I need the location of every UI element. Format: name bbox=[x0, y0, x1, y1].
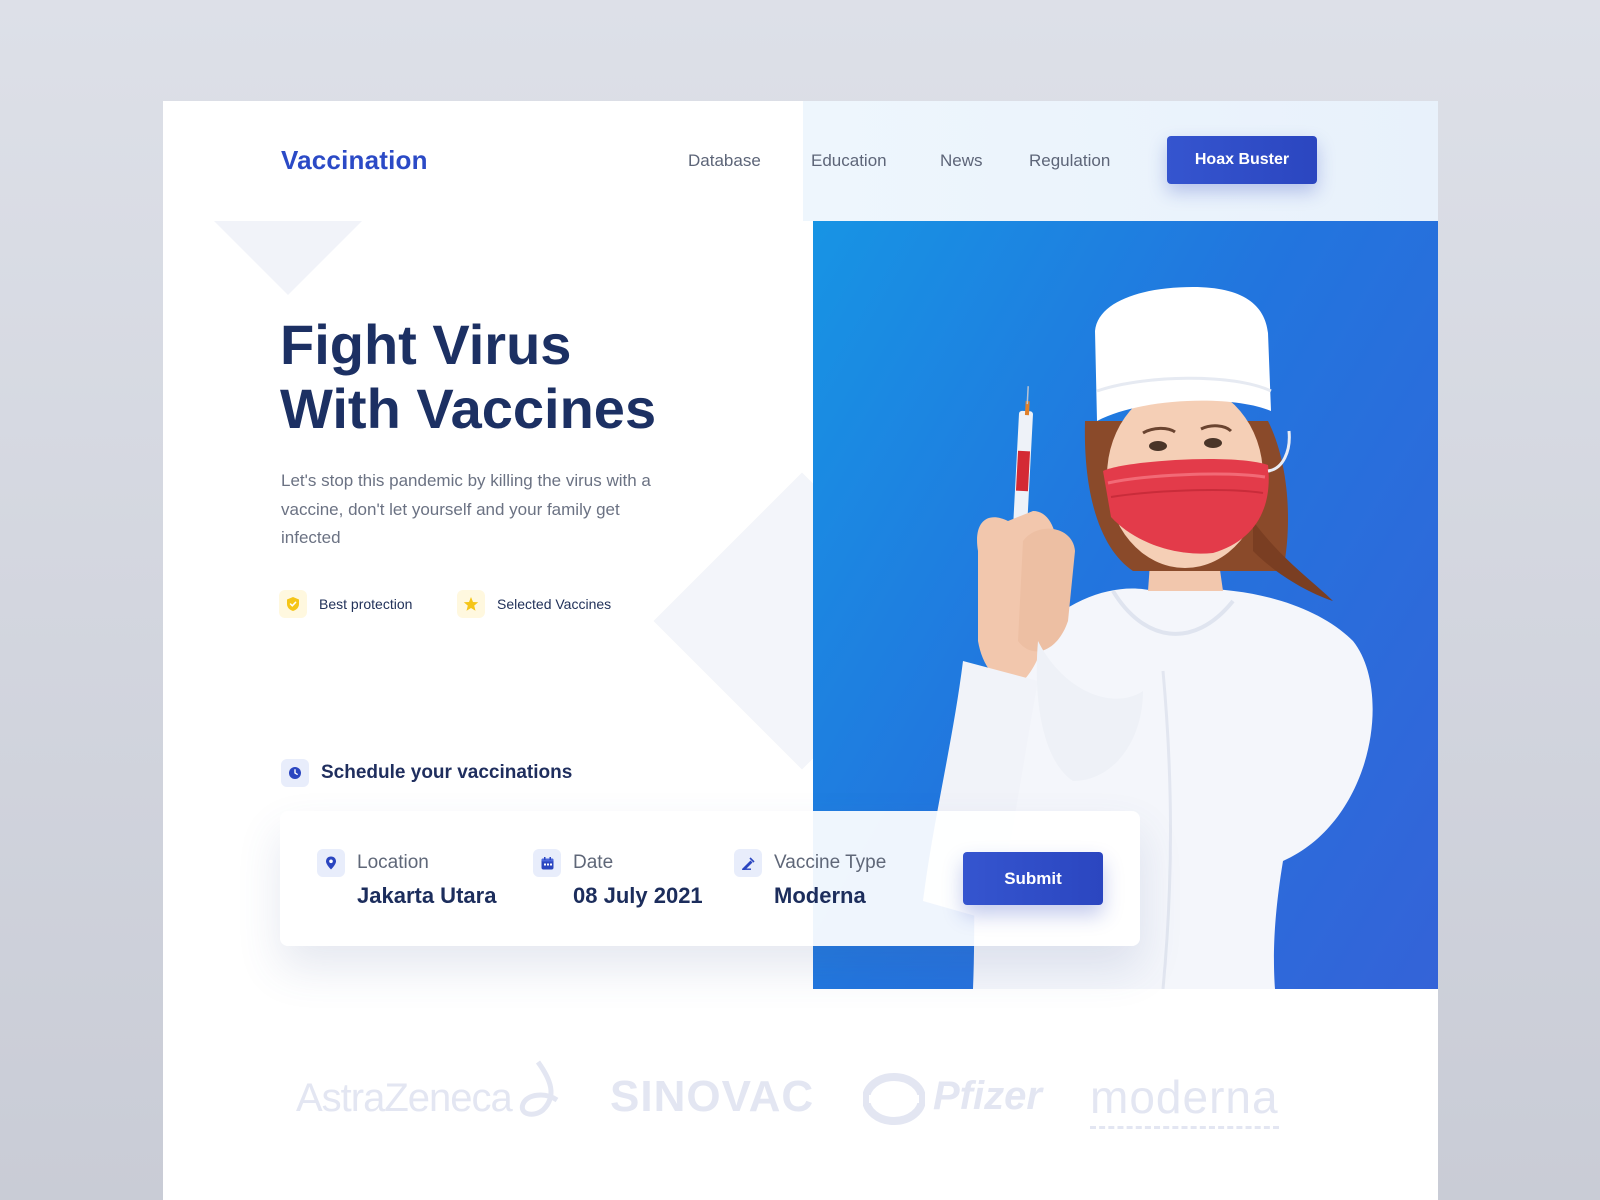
hoax-buster-button[interactable]: Hoax Buster bbox=[1167, 136, 1317, 184]
hero-title: Fight Virus With Vaccines bbox=[280, 313, 760, 441]
schedule-heading-label: Schedule your vaccinations bbox=[321, 762, 573, 783]
hero-title-line-2: With Vaccines bbox=[280, 377, 657, 440]
location-label: Location bbox=[357, 852, 429, 873]
location-value[interactable]: Jakarta Utara bbox=[357, 883, 496, 909]
schedule-form: Location Jakarta Utara Date 08 July 2021… bbox=[280, 811, 1140, 946]
nav-education[interactable]: Education bbox=[811, 151, 887, 171]
star-icon bbox=[457, 590, 485, 618]
syringe-icon bbox=[734, 849, 762, 877]
nav-news[interactable]: News bbox=[940, 151, 983, 171]
partner-pfizer: Pfizer bbox=[933, 1074, 1042, 1118]
date-value[interactable]: 08 July 2021 bbox=[573, 883, 703, 909]
schedule-heading: Schedule your vaccinations bbox=[281, 759, 572, 787]
site-logo[interactable]: Vaccination bbox=[281, 145, 428, 176]
partner-moderna: moderna bbox=[1090, 1070, 1279, 1129]
nav-background bbox=[803, 101, 1438, 221]
hero-title-line-1: Fight Virus bbox=[280, 313, 572, 376]
date-field[interactable]: Date 08 July 2021 bbox=[533, 849, 703, 909]
clock-icon bbox=[281, 759, 309, 787]
feature-label: Best protection bbox=[319, 596, 413, 612]
submit-button[interactable]: Submit bbox=[963, 852, 1103, 905]
location-pin-icon bbox=[317, 849, 345, 877]
hero-description: Let's stop this pandemic by killing the … bbox=[281, 471, 651, 547]
decorative-triangle bbox=[214, 221, 362, 295]
date-label: Date bbox=[573, 852, 614, 873]
calendar-icon bbox=[533, 849, 561, 877]
pfizer-symbol bbox=[863, 1073, 925, 1125]
partner-sinovac: SINOVAC bbox=[610, 1072, 815, 1121]
partner-astrazeneca: AstraZeneca bbox=[296, 1076, 513, 1120]
feature-label: Selected Vaccines bbox=[497, 596, 612, 612]
landing-page: Vaccination Database Education News Regu… bbox=[163, 101, 1438, 1200]
feature-best-protection: Best protection bbox=[279, 590, 412, 618]
vaccine-type-field[interactable]: Vaccine Type Moderna bbox=[734, 849, 886, 909]
shield-icon bbox=[279, 590, 307, 618]
nav-regulation[interactable]: Regulation bbox=[1029, 151, 1110, 171]
vaccine-type-value[interactable]: Moderna bbox=[774, 883, 886, 909]
location-field[interactable]: Location Jakarta Utara bbox=[317, 849, 496, 909]
astrazeneca-symbol bbox=[519, 1060, 559, 1117]
vaccine-type-label: Vaccine Type bbox=[774, 852, 887, 873]
partner-logos: AstraZeneca SINOVAC Pfizer moderna bbox=[163, 1046, 1438, 1146]
feature-selected-vaccines: Selected Vaccines bbox=[457, 590, 611, 618]
nav-database[interactable]: Database bbox=[688, 151, 761, 171]
